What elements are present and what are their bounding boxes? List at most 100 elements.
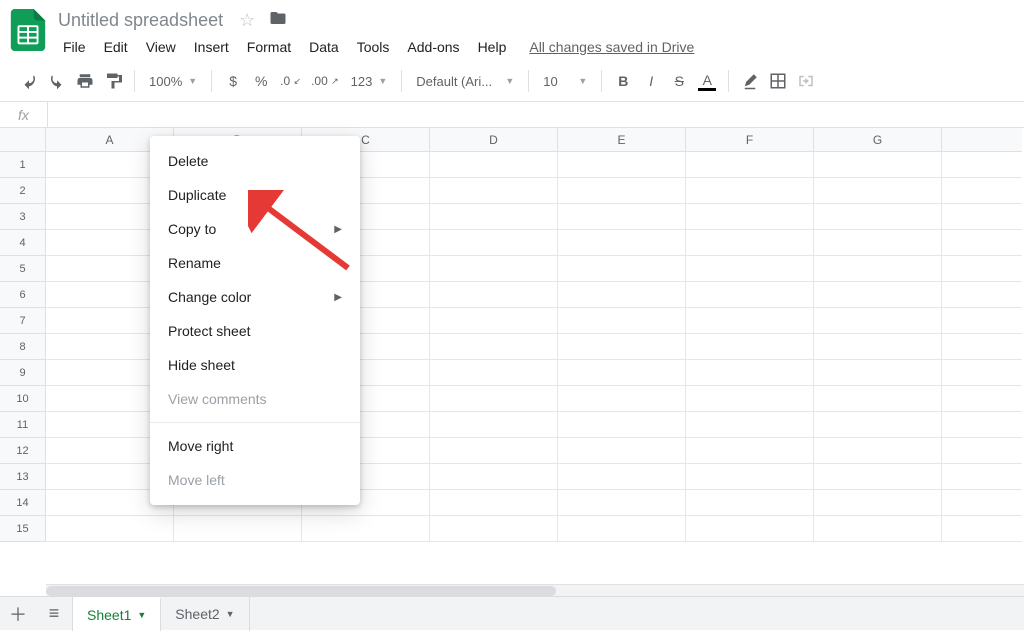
cell[interactable] [558,204,686,230]
cell[interactable] [942,490,1022,516]
cell[interactable] [430,386,558,412]
cell[interactable] [558,230,686,256]
ctx-rename[interactable]: Rename [150,246,360,280]
italic-button[interactable]: I [638,67,664,95]
cell[interactable] [302,516,430,542]
col-header[interactable]: G [814,128,942,152]
cell[interactable] [430,282,558,308]
row-header[interactable]: 11 [0,412,46,438]
bold-button[interactable]: B [610,67,636,95]
cell[interactable] [814,386,942,412]
cell[interactable] [814,438,942,464]
text-color-button[interactable]: A [694,67,720,95]
increase-decimal-button[interactable]: .00 ↗ [307,67,343,95]
row-header[interactable]: 5 [0,256,46,282]
cell[interactable] [814,412,942,438]
menu-tools[interactable]: Tools [350,35,397,59]
row-header[interactable]: 7 [0,308,46,334]
ctx-duplicate[interactable]: Duplicate [150,178,360,212]
cell[interactable] [942,230,1022,256]
row-header[interactable]: 4 [0,230,46,256]
cell[interactable] [686,386,814,412]
menu-file[interactable]: File [56,35,93,59]
cell[interactable] [814,230,942,256]
cell[interactable] [686,360,814,386]
cell[interactable] [686,308,814,334]
cell[interactable] [942,256,1022,282]
sheet-tab-sheet1[interactable]: Sheet1 ▼ [73,597,161,631]
cell[interactable] [430,516,558,542]
cell[interactable] [430,204,558,230]
cell[interactable] [558,412,686,438]
cell[interactable] [430,464,558,490]
row-header[interactable]: 10 [0,386,46,412]
row-header[interactable]: 2 [0,178,46,204]
horizontal-scrollbar[interactable] [46,584,1024,596]
row-header[interactable]: 3 [0,204,46,230]
cell[interactable] [430,308,558,334]
ctx-delete[interactable]: Delete [150,144,360,178]
zoom-dropdown[interactable]: 100%▼ [143,67,203,95]
tab-dropdown-icon[interactable]: ▼ [137,610,146,620]
ctx-copy-to[interactable]: Copy to▶ [150,212,360,246]
cell[interactable] [558,334,686,360]
row-header[interactable]: 14 [0,490,46,516]
cell[interactable] [686,334,814,360]
doc-title[interactable]: Untitled spreadsheet [56,8,225,33]
paint-format-button[interactable] [100,67,126,95]
currency-button[interactable]: $ [220,67,246,95]
menu-insert[interactable]: Insert [187,35,236,59]
col-header[interactable]: E [558,128,686,152]
cell[interactable] [814,360,942,386]
row-header[interactable]: 6 [0,282,46,308]
menu-view[interactable]: View [139,35,183,59]
font-dropdown[interactable]: Default (Ari...▼ [410,67,520,95]
cell[interactable] [558,490,686,516]
percent-button[interactable]: % [248,67,274,95]
cell[interactable] [686,464,814,490]
menu-data[interactable]: Data [302,35,346,59]
more-formats-dropdown[interactable]: 123▼ [345,67,394,95]
cell[interactable] [686,282,814,308]
cell[interactable] [814,152,942,178]
row-header[interactable]: 9 [0,360,46,386]
formula-input[interactable] [48,102,1024,127]
col-header[interactable]: F [686,128,814,152]
fill-color-button[interactable] [737,67,763,95]
cell[interactable] [686,490,814,516]
redo-button[interactable] [44,67,70,95]
row-header[interactable]: 8 [0,334,46,360]
cell[interactable] [430,412,558,438]
cell[interactable] [942,360,1022,386]
cell[interactable] [686,412,814,438]
cell[interactable] [558,256,686,282]
menu-format[interactable]: Format [240,35,298,59]
cell[interactable] [558,438,686,464]
cell[interactable] [430,230,558,256]
cell[interactable] [558,308,686,334]
cell[interactable] [686,204,814,230]
ctx-hide-sheet[interactable]: Hide sheet [150,348,360,382]
row-header[interactable]: 15 [0,516,46,542]
cell[interactable] [814,490,942,516]
cell[interactable] [942,152,1022,178]
fontsize-dropdown[interactable]: 10▼ [537,67,593,95]
cell[interactable] [558,360,686,386]
cell[interactable] [942,516,1022,542]
ctx-protect-sheet[interactable]: Protect sheet [150,314,360,348]
cell[interactable] [942,204,1022,230]
cell[interactable] [430,490,558,516]
merge-cells-button[interactable] [793,67,819,95]
col-header[interactable] [942,128,1022,152]
cell[interactable] [430,360,558,386]
cell[interactable] [686,256,814,282]
cell[interactable] [558,178,686,204]
cell[interactable] [814,464,942,490]
sheet-tab-sheet2[interactable]: Sheet2 ▼ [161,597,249,631]
cell[interactable] [814,282,942,308]
cell[interactable] [174,516,302,542]
cell[interactable] [558,386,686,412]
cell[interactable] [942,438,1022,464]
ctx-change-color[interactable]: Change color▶ [150,280,360,314]
select-all-corner[interactable] [0,128,46,152]
